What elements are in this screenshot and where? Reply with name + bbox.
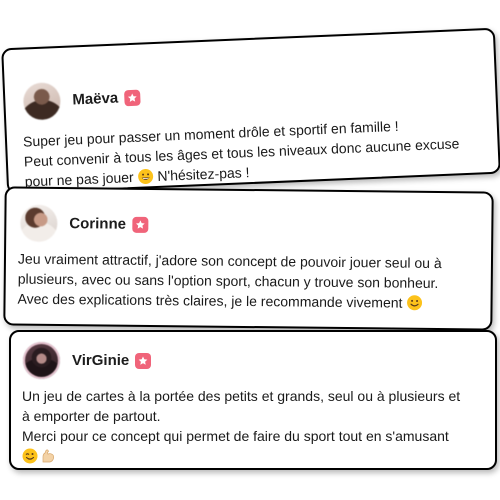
reviewer-name: VirGinie — [72, 352, 130, 369]
emoji-line — [22, 446, 460, 469]
grinning-face-icon — [137, 168, 154, 190]
review-header: VirGinie — [23, 342, 152, 379]
review-text: Jeu vraiment attractif, j'adore son conc… — [17, 249, 441, 316]
review-line: à emporter de partout. — [22, 408, 161, 424]
review-line: Un jeu de cartes à la portée des petits … — [22, 388, 461, 404]
review-header: Maëva — [22, 79, 141, 121]
smiling-face-icon — [406, 295, 422, 316]
review-line-part: Avec des explications très claires, je l… — [17, 290, 403, 311]
review-line-part: N'hésitez-pas ! — [153, 164, 250, 185]
review-card-corinne: Corinne Jeu vraiment attractif, j'adore … — [3, 186, 494, 331]
star-badge-icon — [135, 352, 152, 369]
review-line: Avec des explications très claires, je l… — [17, 289, 441, 316]
reviewer-name: Maëva — [72, 89, 119, 109]
review-text: Un jeu de cartes à la portée des petits … — [22, 386, 460, 469]
star-badge-icon — [123, 89, 141, 106]
review-header: Corinne — [20, 204, 149, 243]
review-card-maeva: Maëva Super jeu pour passer un moment dr… — [1, 27, 500, 195]
review-text: Super jeu pour passer un moment drôle et… — [23, 113, 461, 194]
review-line: Merci pour ce concept qui permet de fair… — [22, 428, 449, 444]
star-badge-icon — [131, 216, 149, 233]
avatar — [23, 342, 60, 379]
flexed-biceps-icon — [40, 448, 56, 469]
review-card-virginie: VirGinie Un jeu de cartes à la portée de… — [9, 330, 497, 470]
avatar — [20, 204, 58, 242]
reviewer-name: Corinne — [69, 215, 127, 233]
avatar — [22, 81, 62, 121]
reviews-collage: Maëva Super jeu pour passer un moment dr… — [0, 0, 500, 500]
winking-face-icon — [22, 448, 38, 469]
